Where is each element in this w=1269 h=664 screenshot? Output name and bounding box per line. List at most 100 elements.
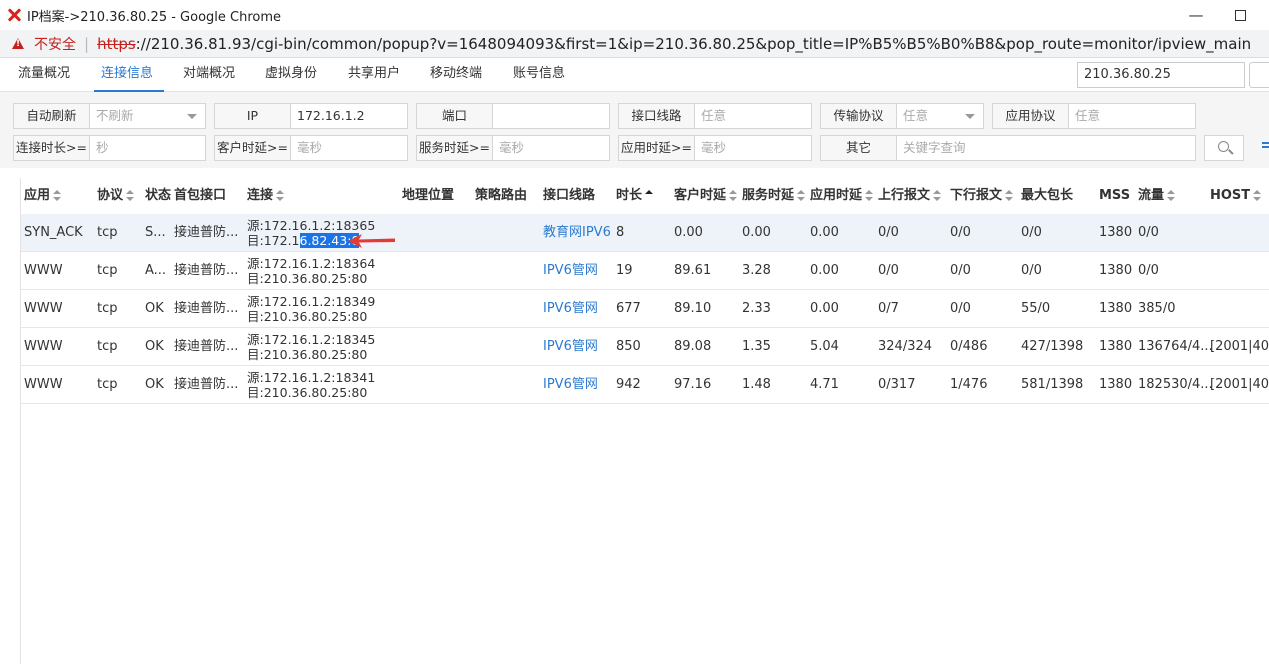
app-latency-filter[interactable]: 应用时延>= 毫秒 <box>618 135 812 161</box>
col-state[interactable]: 状态 <box>145 178 171 214</box>
cell-mss: 1380 <box>1099 377 1133 392</box>
search-button[interactable] <box>1204 135 1244 161</box>
sort-icon <box>933 189 942 202</box>
conn-duration-input[interactable]: 秒 <box>90 136 205 160</box>
col-mss[interactable]: MSS <box>1099 178 1130 214</box>
ip-filter-input[interactable]: 172.16.1.2 <box>291 104 407 128</box>
cell-mss: 1380 <box>1099 301 1133 316</box>
server-latency-input[interactable]: 毫秒 <box>493 136 609 160</box>
col-up-pkt[interactable]: 上行报文 <box>878 178 942 214</box>
app-latency-input[interactable]: 毫秒 <box>695 136 811 160</box>
connection-dest-text: 目:210.36.80.25:80 <box>247 309 368 324</box>
tab-shared-users[interactable]: 共享用户 <box>348 58 404 92</box>
connection-dest: 目:210.36.80.25:80 <box>247 347 397 362</box>
cell-iface[interactable]: IPV6管网 <box>543 290 598 328</box>
connection-dest: 目:210.36.80.25:80 <box>247 309 397 324</box>
conn-duration-filter[interactable]: 连接时长>= 秒 <box>13 135 206 161</box>
table-row[interactable]: WWW tcp OK 接迪普防... IPV6管网 942 97.16 1.48 4.71 0/3… <box>21 366 1269 404</box>
iface-filter-input[interactable]: 任意 <box>695 104 811 128</box>
cell-first-if: 接迪普防... <box>174 301 239 316</box>
tab-connection-info[interactable]: 连接信息 <box>94 58 164 92</box>
cell-client-lat: 89.61 <box>674 263 712 278</box>
col-flow[interactable]: 流量 <box>1138 178 1176 214</box>
cell-iface[interactable]: 教育网IPV6 <box>543 214 611 252</box>
col-geo[interactable]: 地理位置 <box>402 178 454 214</box>
col-max-pkt[interactable]: 最大包长 <box>1021 178 1073 214</box>
app-proto-filter-input[interactable]: 任意 <box>1069 104 1195 128</box>
col-down-pkt[interactable]: 下行报文 <box>950 178 1014 214</box>
tab-traffic-overview[interactable]: 流量概况 <box>18 58 74 92</box>
cell-first-if: 接迪普防... <box>174 339 239 354</box>
url-scheme[interactable]: https <box>97 35 136 53</box>
client-latency-label: 客户时延>= <box>215 136 291 160</box>
connection-dest: 目:210.36.80.25:80 <box>247 271 397 286</box>
col-server-latency[interactable]: 服务时延 <box>742 178 806 214</box>
col-policy[interactable]: 策略路由 <box>475 178 527 214</box>
auto-refresh-filter[interactable]: 自动刷新 不刷新 <box>13 103 206 129</box>
maximize-button[interactable] <box>1231 6 1249 24</box>
auto-refresh-select[interactable]: 不刷新 <box>90 104 205 128</box>
col-first-if[interactable]: 首包接口 <box>174 178 226 214</box>
tab-virtual-identity[interactable]: 虚拟身份 <box>265 58 321 92</box>
cell-server-lat: 3.28 <box>742 263 771 278</box>
menu-icon[interactable] <box>1262 142 1269 152</box>
table-row[interactable]: SYN_ACK tcp S... 接迪普防... 教育网IPV6 8 0.00 0.00 0.0… <box>21 214 1269 252</box>
tab-mobile-terminal[interactable]: 移动终端 <box>430 58 486 92</box>
app-latency-label: 应用时延>= <box>619 136 695 160</box>
cell-app-lat: 5.04 <box>810 339 839 354</box>
col-iface[interactable]: 接口线路 <box>543 178 595 214</box>
ip-search-button[interactable] <box>1249 62 1269 88</box>
sort-icon <box>729 189 738 202</box>
keyword-input[interactable]: 关键字查询 <box>897 136 1195 160</box>
keyword-filter[interactable]: 其它 关键字查询 <box>820 135 1196 161</box>
app-logo-icon <box>7 8 21 22</box>
tab-peer-overview[interactable]: 对端概况 <box>183 58 239 92</box>
cell-app-lat: 4.71 <box>810 377 839 392</box>
warning-icon <box>12 38 24 49</box>
transport-filter[interactable]: 传输协议 任意 <box>820 103 984 129</box>
client-latency-input[interactable]: 毫秒 <box>291 136 407 160</box>
url-text[interactable]: ://210.36.81.93/cgi-bin/common/popup?v=1… <box>136 35 1251 53</box>
sort-icon <box>53 189 62 202</box>
cell-iface[interactable]: IPV6管网 <box>543 328 598 366</box>
cell-proto: tcp <box>97 225 118 240</box>
table-row[interactable]: WWW tcp OK 接迪普防... IPV6管网 677 89.10 2.33 0.00 0/7… <box>21 290 1269 328</box>
col-host[interactable]: HOST <box>1210 178 1262 214</box>
ip-filter[interactable]: IP 172.16.1.2 <box>214 103 408 129</box>
port-filter-input[interactable] <box>493 104 609 128</box>
table-row[interactable]: WWW tcp A... 接迪普防... IPV6管网 19 89.61 3.28 0.00 0/… <box>21 252 1269 290</box>
cell-down-pkt: 0/486 <box>950 339 988 354</box>
tab-account-info[interactable]: 账号信息 <box>513 58 569 92</box>
ip-search-input[interactable]: 210.36.80.25 <box>1077 62 1245 88</box>
app-proto-filter-label: 应用协议 <box>993 104 1069 128</box>
cell-app: WWW <box>24 377 63 392</box>
connection-source: 源:172.16.1.2:18349 <box>247 294 376 309</box>
cell-state: S... <box>145 225 166 240</box>
address-bar[interactable]: 不安全 | https://210.36.81.93/cgi-bin/commo… <box>0 30 1269 58</box>
window-title: IP档案->210.36.80.25 - Google Chrome <box>27 9 282 25</box>
transport-filter-select[interactable]: 任意 <box>897 104 983 128</box>
chevron-down-icon <box>965 114 975 119</box>
table-row[interactable]: WWW tcp OK 接迪普防... IPV6管网 850 89.08 1.35 5.04 324… <box>21 328 1269 366</box>
col-app[interactable]: 应用 <box>24 178 62 214</box>
col-duration[interactable]: 时长 <box>616 178 654 214</box>
server-latency-filter[interactable]: 服务时延>= 毫秒 <box>416 135 610 161</box>
insecure-label[interactable]: 不安全 <box>34 34 76 54</box>
app-proto-filter[interactable]: 应用协议 任意 <box>992 103 1196 129</box>
cell-down-pkt: 0/0 <box>950 225 971 240</box>
minimize-button[interactable]: — <box>1187 6 1205 24</box>
cell-iface[interactable]: IPV6管网 <box>543 252 598 290</box>
col-conn[interactable]: 连接 <box>247 178 285 214</box>
client-latency-filter[interactable]: 客户时延>= 毫秒 <box>214 135 408 161</box>
iface-filter[interactable]: 接口线路 任意 <box>618 103 812 129</box>
cell-iface[interactable]: IPV6管网 <box>543 366 598 404</box>
col-app-latency[interactable]: 应用时延 <box>810 178 874 214</box>
cell-flow: 0/0 <box>1138 263 1159 278</box>
cell-client-lat: 0.00 <box>674 225 703 240</box>
cell-flow: 385/0 <box>1138 301 1176 316</box>
cell-server-lat: 1.48 <box>742 377 771 392</box>
col-proto[interactable]: 协议 <box>97 178 135 214</box>
port-filter[interactable]: 端口 <box>416 103 610 129</box>
conn-duration-label: 连接时长>= <box>14 136 90 160</box>
col-client-latency[interactable]: 客户时延 <box>674 178 738 214</box>
